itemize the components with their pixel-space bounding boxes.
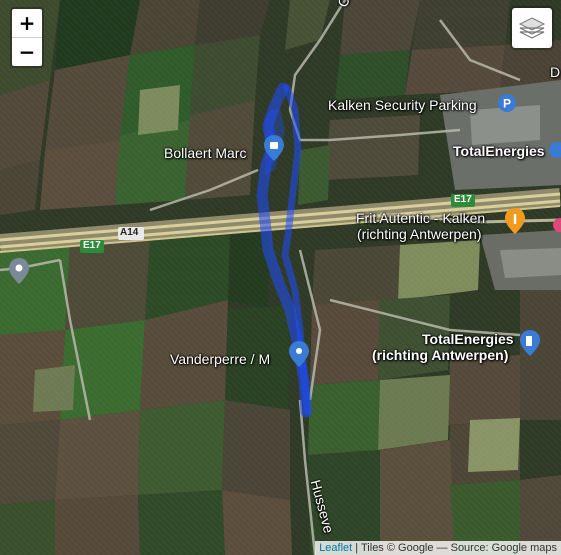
zoom-out-button[interactable]: − [12, 37, 42, 66]
label-totalenergies-2-line1[interactable]: TotalEnergies [422, 331, 514, 347]
shield-e17-right-label: E17 [454, 194, 472, 205]
attribution-text: | Tiles © Google — Source: Google maps [352, 542, 557, 554]
shield-e17-left-label: E17 [83, 240, 101, 251]
zoom-control: + − [10, 7, 44, 68]
label-kalken-security-parking[interactable]: Kalken Security Parking [328, 97, 477, 113]
label-bollaert-marc[interactable]: Bollaert Marc [164, 145, 246, 161]
label-d-edge: D [550, 64, 561, 80]
satellite-tiles: P [0, 0, 561, 555]
shield-a14-label: A14 [120, 227, 139, 238]
label-totalenergies-2-line2[interactable]: (richting Antwerpen) [372, 347, 508, 363]
leaflet-link[interactable]: Leaflet [319, 542, 352, 554]
layers-toggle-button[interactable] [510, 6, 554, 50]
label-frit-line1[interactable]: Frit Autentic - Kalken [356, 210, 485, 226]
poi-parking-icon: P [498, 94, 516, 112]
map-attribution: Leaflet | Tiles © Google — Source: Googl… [315, 541, 561, 555]
layers-icon [518, 17, 546, 39]
svg-text:P: P [503, 97, 511, 111]
map-view[interactable]: P A14 E17 E17 D Kalken Security Parking … [0, 0, 561, 555]
zoom-in-button[interactable]: + [12, 9, 42, 37]
label-frit-line2[interactable]: (richting Antwerpen) [357, 226, 482, 242]
label-vanderperre[interactable]: Vanderperre / M [170, 351, 270, 367]
label-totalenergies-1[interactable]: TotalEnergies [453, 143, 545, 159]
